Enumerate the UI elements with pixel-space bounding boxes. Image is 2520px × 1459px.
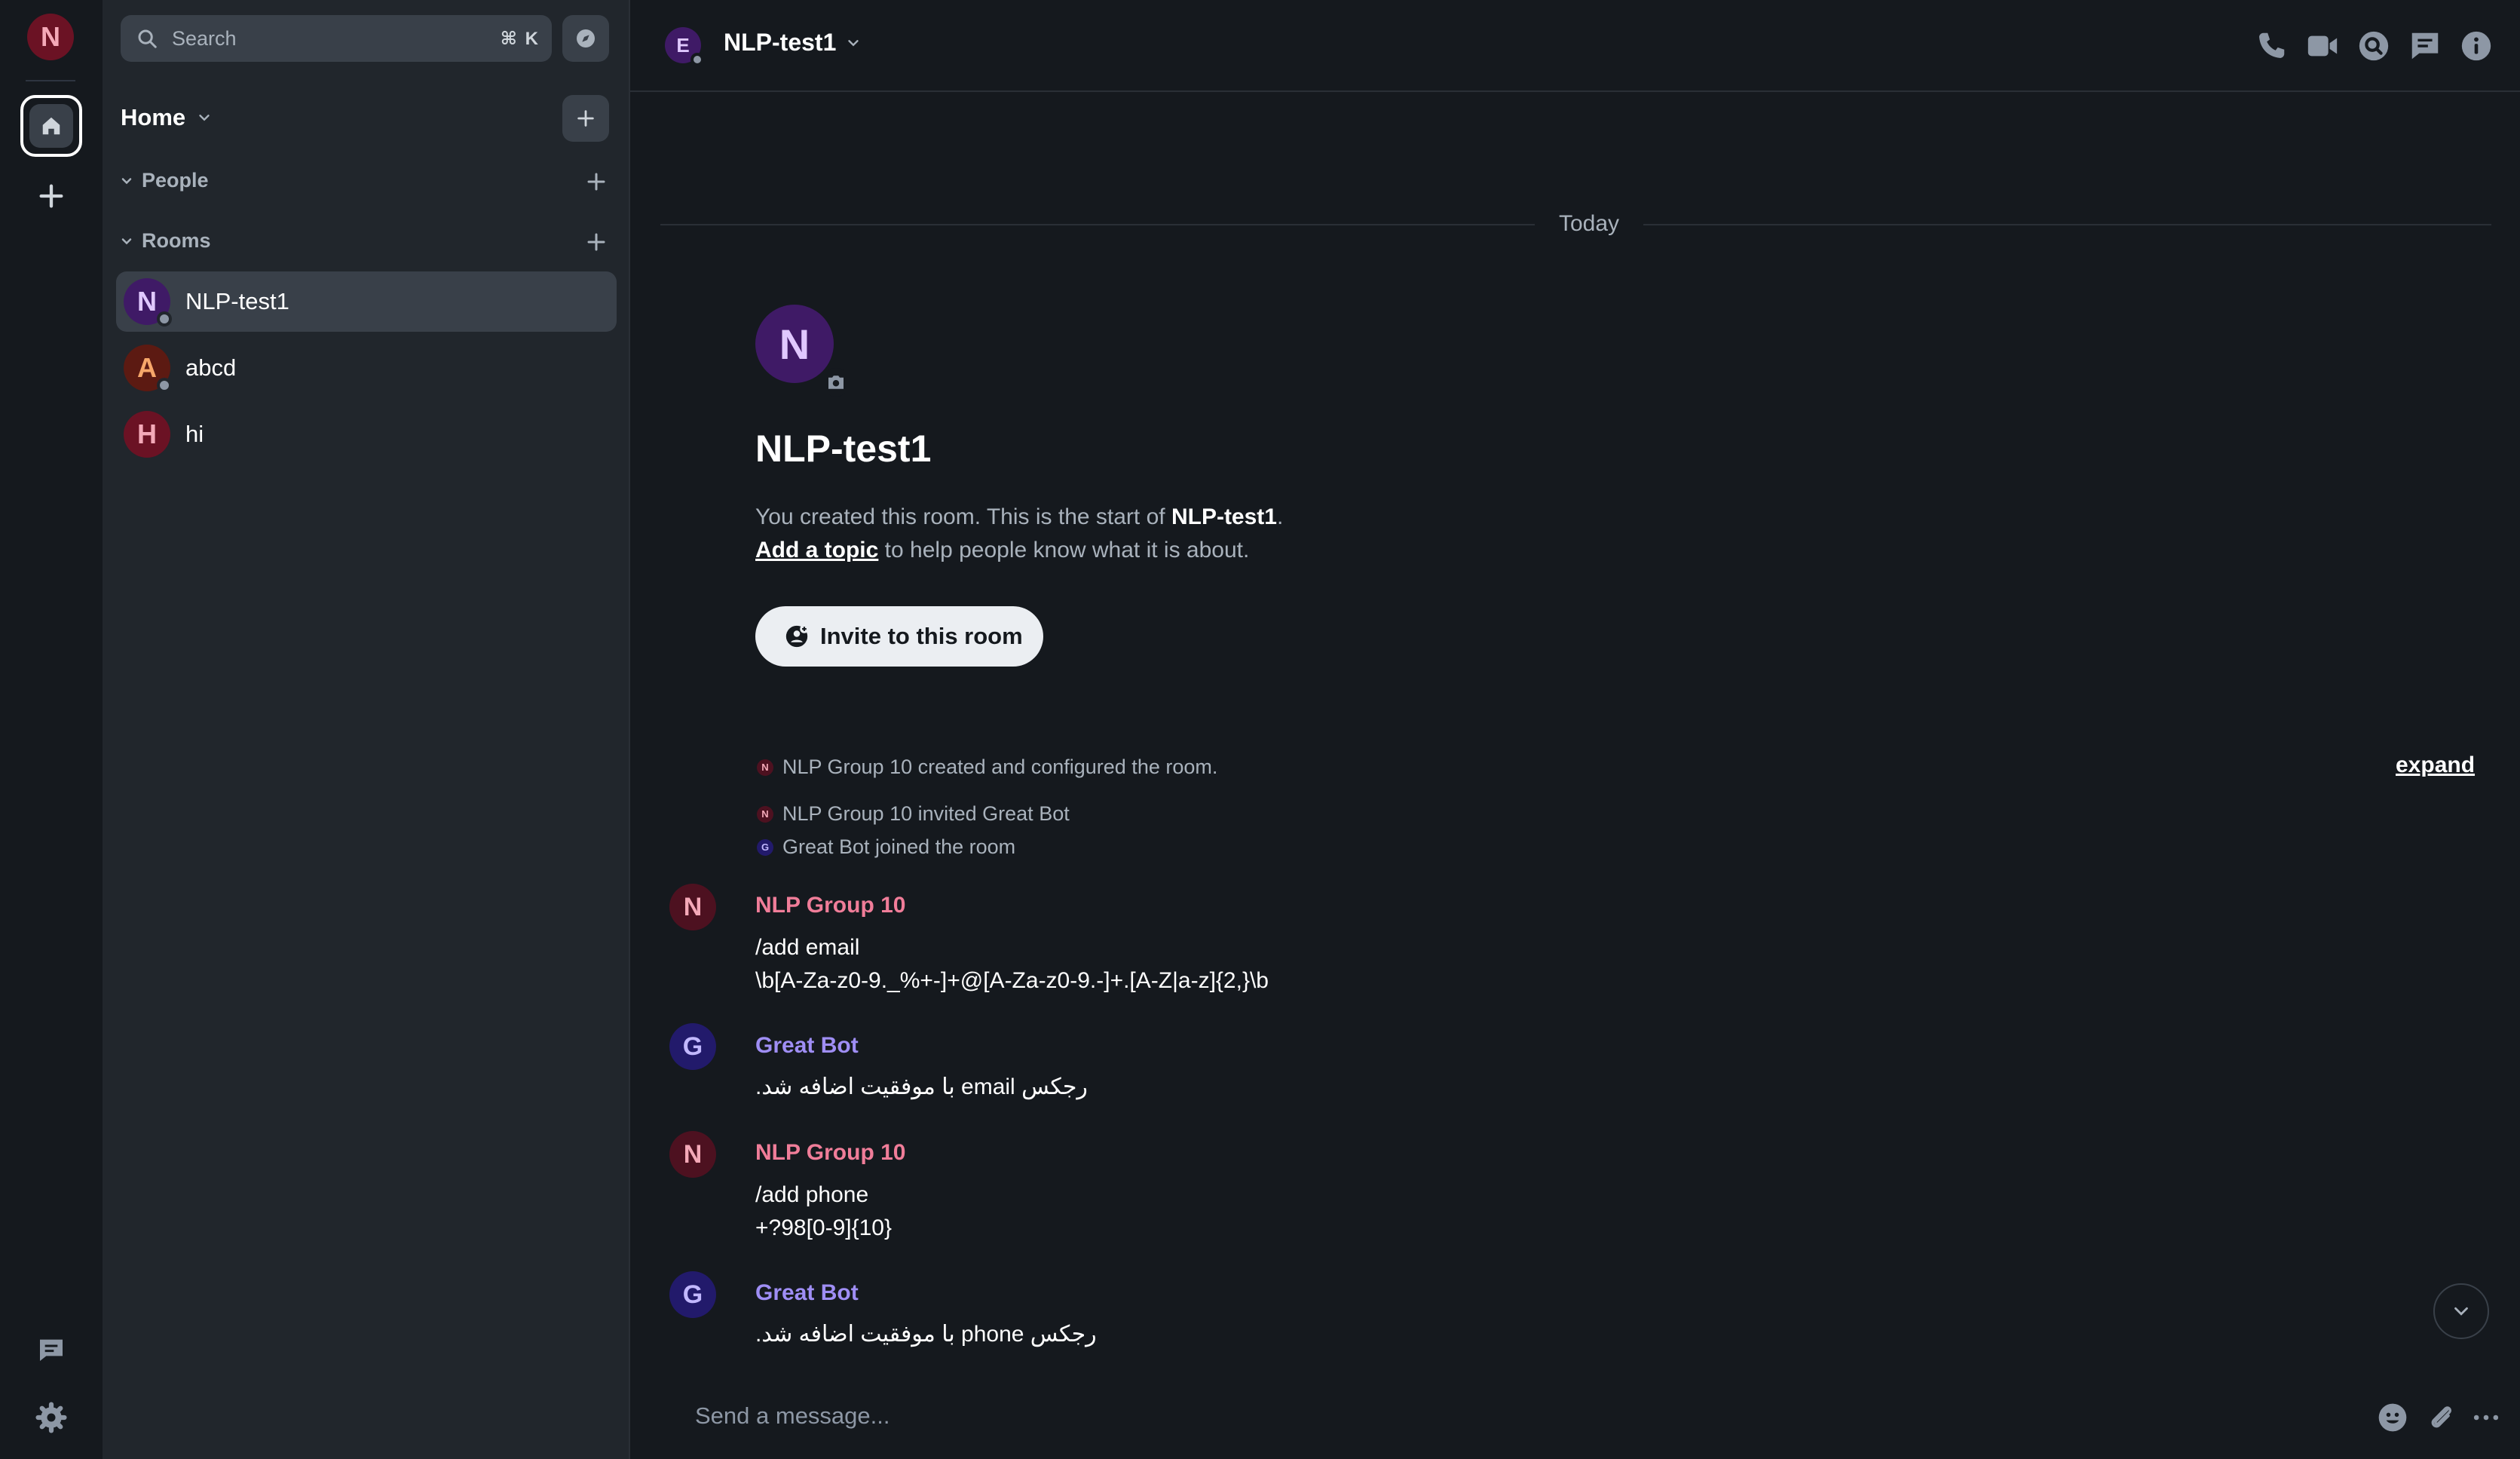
room-intro-title: NLP-test1 [755, 428, 932, 470]
message-body: رجکس phone با موفقیت اضافه شد. [755, 1322, 1097, 1347]
room-intro-text: You created this room. This is the start… [755, 504, 1284, 562]
video-call-icon[interactable] [2305, 29, 2340, 63]
event-avatar: G [757, 838, 773, 856]
room-header-title[interactable]: NLP-test1 [724, 29, 862, 57]
event-text: Great Bot joined the room [782, 835, 1016, 858]
date-separator: Today [1558, 211, 1620, 236]
sender-name[interactable]: NLP Group 10 [755, 1140, 905, 1166]
section-people[interactable]: People [119, 169, 209, 192]
search-icon [138, 29, 157, 48]
event-text: NLP Group 10 invited Great Bot [782, 802, 1070, 825]
event-avatar: N [757, 805, 773, 823]
presence-indicator [157, 378, 172, 393]
home-menu[interactable]: Home [121, 104, 213, 131]
room-list-panel: Search ⌘ K Home People Rooms N NLP-test1… [103, 0, 630, 1459]
room-avatar: H [124, 411, 170, 458]
message-composer-input[interactable]: Send a message... [695, 1402, 890, 1430]
voice-call-icon[interactable] [2254, 29, 2289, 63]
room-name: hi [185, 421, 204, 447]
chevron-down-icon [121, 177, 132, 184]
room-item-abcd[interactable]: A abcd [116, 338, 617, 398]
add-people-icon[interactable] [585, 170, 608, 193]
sender-avatar[interactable]: G [669, 1271, 716, 1318]
room-info-icon[interactable] [2459, 29, 2494, 63]
sender-name[interactable]: Great Bot [755, 1280, 859, 1306]
room-avatar: A [124, 345, 172, 393]
jump-to-latest-button[interactable] [2433, 1283, 2489, 1339]
space-bar: N [0, 0, 103, 1459]
home-icon [42, 117, 60, 135]
camera-icon[interactable] [822, 368, 850, 397]
user-avatar[interactable]: N [27, 14, 74, 60]
sender-avatar[interactable]: N [669, 884, 716, 930]
sender-name[interactable]: NLP Group 10 [755, 893, 905, 918]
emoji-icon[interactable] [2376, 1401, 2409, 1434]
sender-name[interactable]: Great Bot [755, 1033, 859, 1059]
room-intro-avatar[interactable]: N [755, 305, 850, 397]
create-space-icon[interactable] [36, 181, 66, 211]
space-bar-divider [26, 80, 75, 81]
presence-indicator [690, 53, 704, 66]
room-name: NLP-test1 [185, 288, 289, 314]
threads-icon[interactable] [2408, 29, 2442, 63]
message-body: /add phone [755, 1182, 869, 1207]
room-header-avatar[interactable]: E [665, 27, 704, 66]
room-header-name: NLP-test1 [724, 29, 837, 56]
chevron-down-icon [2454, 1307, 2468, 1316]
message-body: +?98[0-9]{10} [755, 1215, 893, 1240]
search-input[interactable]: Search ⌘ K [121, 15, 552, 62]
message-body: رجکس email با موفقیت اضافه شد. [755, 1074, 1088, 1099]
section-label-rooms: Rooms [142, 229, 211, 252]
message-body: /add email [755, 935, 860, 960]
date-separator-line [1643, 224, 2491, 225]
explore-rooms-button[interactable] [562, 15, 609, 62]
threads-icon[interactable] [35, 1335, 68, 1365]
room-name: abcd [185, 354, 237, 381]
add-room-button[interactable] [562, 95, 609, 142]
section-rooms[interactable]: Rooms [119, 229, 211, 253]
more-options-icon[interactable] [2469, 1401, 2503, 1434]
timeline-event: N NLP Group 10 created and configured th… [757, 756, 1217, 779]
section-label-people: People [142, 169, 209, 192]
expand-events-link[interactable]: expand [2396, 752, 2475, 778]
search-placeholder: Search [172, 26, 237, 50]
event-text: NLP Group 10 created and configured the … [782, 756, 1218, 778]
timeline-event: N NLP Group 10 invited Great Bot [757, 802, 1070, 826]
message-body: \b[A-Za-z0-9._%+-]+@[A-Za-z0-9.-]+.[A-Z|… [755, 968, 1269, 993]
room-intro-room-name: NLP-test1 [1171, 504, 1277, 529]
event-avatar: N [757, 759, 773, 776]
explore-icon [577, 29, 595, 48]
room-item-nlp-test1[interactable]: N NLP-test1 [116, 271, 617, 332]
presence-indicator [157, 311, 172, 326]
attachment-icon[interactable] [2424, 1401, 2457, 1434]
invite-button-label: Invite to this room [820, 623, 1023, 649]
invite-to-room-button[interactable]: Invite to this room [755, 606, 1043, 667]
chevron-down-icon [121, 238, 132, 244]
add-topic-link[interactable]: Add a topic [755, 538, 878, 562]
plus-icon [577, 110, 594, 127]
home-title: Home [121, 104, 186, 130]
chevron-down-icon [199, 115, 210, 121]
timeline-event: G Great Bot joined the room [757, 835, 1015, 859]
date-separator-line [660, 224, 1535, 225]
sender-avatar[interactable]: G [669, 1023, 716, 1070]
search-shortcut: ⌘ K [500, 28, 540, 49]
room-avatar: N [124, 278, 172, 326]
settings-icon[interactable] [35, 1401, 68, 1434]
room-search-icon[interactable] [2356, 29, 2391, 63]
room-view: E NLP-test1 Today N NLP-test1 You create… [630, 0, 2520, 1459]
add-rooms-icon[interactable] [585, 231, 608, 253]
room-item-hi[interactable]: H hi [116, 404, 617, 464]
chevron-down-icon [848, 39, 859, 46]
sender-avatar[interactable]: N [669, 1131, 716, 1178]
invite-user-icon [785, 624, 809, 648]
home-space-button[interactable] [20, 95, 82, 157]
room-header: E NLP-test1 [630, 0, 2520, 92]
